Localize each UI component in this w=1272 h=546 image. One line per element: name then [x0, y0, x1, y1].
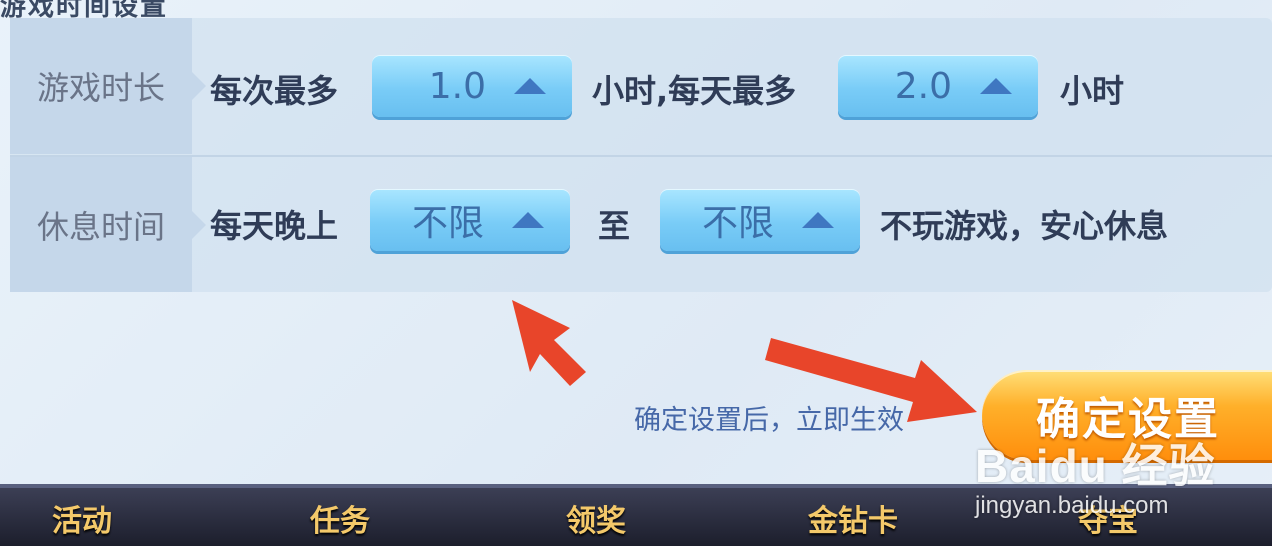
watermark-brand: Baidu 经验 — [975, 440, 1216, 492]
select-value: 2.0 — [894, 65, 952, 107]
watermark-url: jingyan.baidu.com — [975, 492, 1169, 519]
text-every-night: 每天晚上 — [210, 207, 339, 245]
nav-item-gold-card[interactable]: 金钻卡 — [808, 496, 898, 540]
text-hours-per-day-max: 小时,每天最多 — [592, 72, 797, 110]
chevron-up-icon — [512, 212, 544, 228]
arrow-pointer-icon — [512, 300, 586, 386]
select-per-day-hours[interactable]: 2.0 — [838, 55, 1038, 117]
nav-item-tasks[interactable]: 任务 — [310, 496, 370, 540]
text-to: 至 — [598, 207, 631, 245]
chevron-up-icon — [980, 78, 1012, 94]
text-per-session-max: 每次最多 — [210, 72, 339, 110]
chevron-up-icon — [514, 78, 546, 94]
row-label-rest-time: 休息时间 — [10, 157, 206, 292]
row-label-play-duration: 游戏时长 — [10, 18, 206, 154]
baidu-watermark: Baidu 经验 jingyan.baidu.com — [975, 430, 1216, 520]
select-value: 不限 — [411, 203, 484, 244]
text-hours-unit: 小时 — [1060, 72, 1125, 110]
select-rest-end[interactable]: 不限 — [660, 189, 860, 251]
row-divider — [10, 155, 1272, 157]
arrow-pointer-icon — [765, 338, 977, 422]
select-value: 不限 — [701, 203, 774, 244]
select-value: 1.0 — [428, 65, 486, 107]
text-no-play-rest: 不玩游戏，安心休息 — [880, 207, 1169, 245]
nav-item-activity[interactable]: 活动 — [52, 496, 112, 540]
nav-item-rewards[interactable]: 领奖 — [566, 496, 626, 540]
select-rest-start[interactable]: 不限 — [370, 189, 570, 251]
select-per-session-hours[interactable]: 1.0 — [372, 55, 572, 117]
chevron-up-icon — [802, 212, 834, 228]
